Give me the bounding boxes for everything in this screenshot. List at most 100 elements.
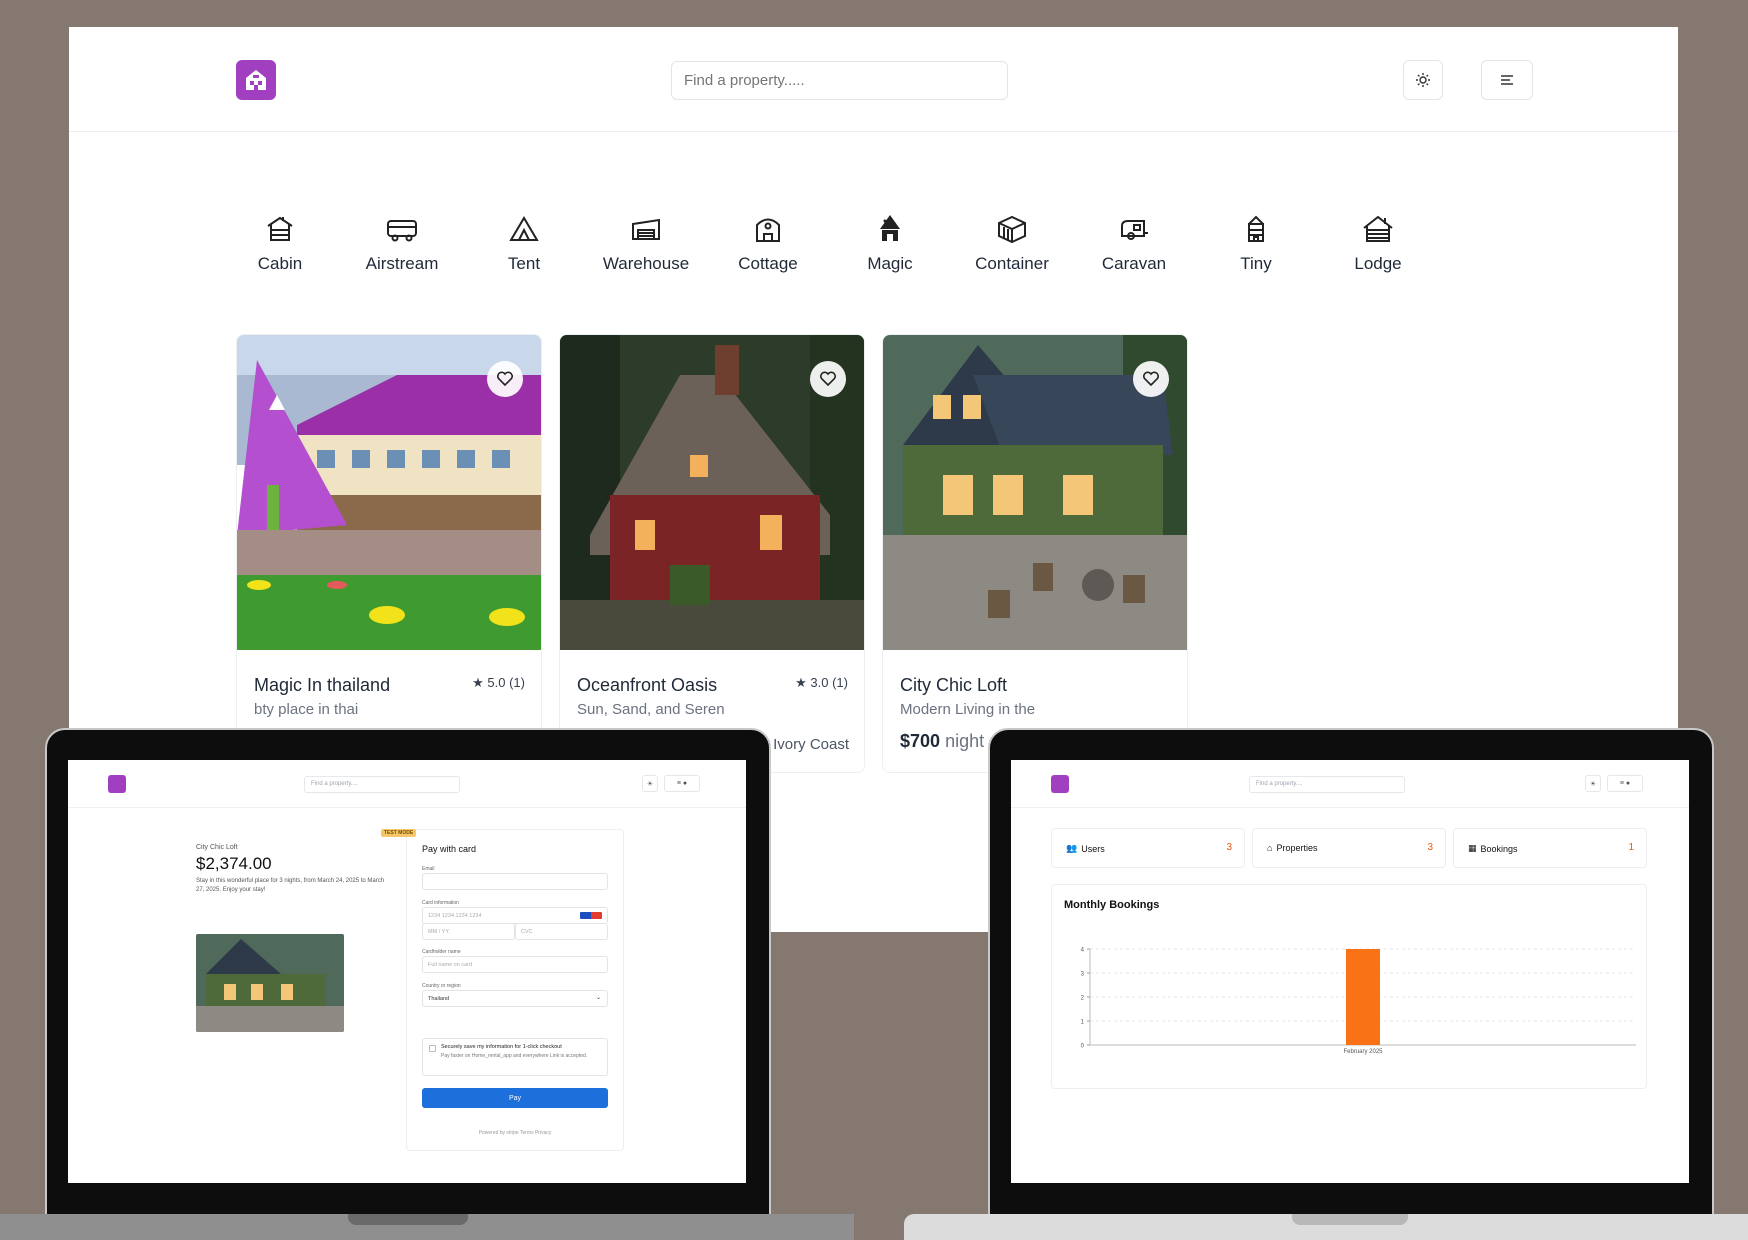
star-icon: ★ [472,675,488,690]
navbar [69,27,1678,132]
dashboard-screen: Find a property.... ☀ ≡ ● 👥 Users 3 ⌂ Prop… [1011,760,1689,1183]
email-field[interactable] [422,873,608,890]
property-subtitle: Sun, Sand, and Seren [577,701,725,718]
stripe-footer: Powered by stripe Terms Privacy [478,1130,552,1136]
category-magic[interactable]: Magic [840,212,940,274]
theme-toggle-button[interactable]: ☀ [1585,775,1601,792]
price-amount: $700 [900,731,941,751]
stat-label-text: Bookings [1480,843,1518,854]
heart-icon [497,371,513,387]
property-name: City Chic Loft [900,675,1008,695]
cabin-icon [267,216,293,241]
theme-toggle-button[interactable]: ☀ [642,775,658,792]
cvc-field[interactable]: CVC [515,923,608,940]
save-info-description: Pay faster on Home_rental_app and everyw… [441,1053,588,1059]
menu-button[interactable] [1481,60,1533,100]
save-info-option[interactable]: Securely save my information for 1-click… [422,1038,608,1076]
stat-card-users[interactable]: 👥 Users 3 [1051,828,1245,868]
menu-icon: ≡ ● [676,780,688,787]
summary-property-name: City Chic Loft [196,844,238,851]
stat-value: 1 [1628,842,1634,853]
favorite-button[interactable] [487,361,523,397]
category-label: Caravan [1101,254,1167,273]
property-rating: ★ 3.0 (1) [795,675,848,691]
stat-label-text: Properties [1276,843,1318,853]
cardholder-label: Cardholder name [422,949,461,955]
sun-icon [1416,73,1430,87]
property-subtitle: Modern Living in the [900,701,1036,718]
home-icon: ⌂ [1267,843,1273,853]
sun-icon: ☀ [646,780,654,788]
category-warehouse[interactable]: Warehouse [596,212,696,274]
stat-label: 👥 Users [1066,843,1105,854]
search-input[interactable]: Find a property.... [304,776,460,793]
save-info-checkbox[interactable] [429,1045,436,1052]
menu-button[interactable]: ≡ ● [1607,775,1643,792]
menu-icon: ≡ ● [1619,780,1631,787]
stat-card-properties[interactable]: ⌂ Properties 3 [1252,828,1446,868]
logo[interactable] [1051,775,1069,793]
favorite-button[interactable] [810,361,846,397]
property-card[interactable]: Magic In thailand ★ 5.0 (1) bty place in… [236,334,542,773]
lodge-icon [1363,215,1393,242]
stat-value: 3 [1427,842,1433,853]
category-lodge[interactable]: Lodge [1328,212,1428,274]
magic-icon [880,215,900,241]
y-tick-label: 2 [1081,996,1085,1002]
users-icon: 👥 [1066,843,1078,853]
stat-label: ▦ Bookings [1468,843,1518,854]
pay-heading: Pay with card [422,844,477,854]
property-card[interactable]: Oceanfront Oasis ★ 3.0 (1) Sun, Sand, an… [559,334,865,773]
property-card[interactable]: City Chic Loft Modern Living in the $700… [882,334,1188,773]
order-summary: City Chic Loft $2,374.00 Stay in this wo… [196,844,386,894]
laptop-right-notch [1292,1214,1408,1225]
category-tiny[interactable]: Tiny [1206,212,1306,274]
category-container[interactable]: Container [962,212,1062,274]
property-subtitle: bty place in thai [254,701,359,718]
search-input[interactable]: Find a property.... [1249,776,1405,793]
bar [1346,949,1380,1045]
container-icon [998,215,1026,244]
test-mode-badge: TEST MODE [381,829,417,837]
category-cabin[interactable]: Cabin [230,212,330,274]
stat-value: 3 [1226,842,1232,853]
category-label: Magic [867,254,913,273]
rating-value: 3.0 (1) [810,675,848,690]
property-photo [196,934,344,1032]
heart-icon [820,371,836,387]
card-number-field[interactable]: 1234 1234 1234 1234 [422,907,608,924]
category-tent[interactable]: Tent [474,212,574,274]
pay-button[interactable]: Pay [422,1088,608,1108]
category-label: Lodge [1354,254,1402,273]
card-brands-icon [580,912,602,919]
category-cottage[interactable]: Cottage [718,212,818,274]
x-tick-label: February 2025 [1343,1049,1383,1055]
sun-icon: ☀ [1589,780,1597,788]
menu-icon [1501,75,1513,85]
summary-description: Stay in this wonderful place for 3 night… [196,878,385,893]
category-label: Tiny [1240,254,1272,273]
cardholder-placeholder: Full name on card [428,962,473,968]
theme-toggle-button[interactable] [1403,60,1443,100]
stripe-payment-panel: TEST MODE Pay with card Email Card infor… [381,829,624,1151]
category-caravan[interactable]: Caravan [1084,212,1184,274]
property-location: Ivory Coast [773,736,849,753]
logo[interactable] [236,60,276,100]
cardholder-field[interactable]: Full name on card [422,956,608,973]
logo[interactable] [108,775,126,793]
country-select[interactable]: Thailand ⌄ [422,990,608,1007]
chevron-down-icon: ⌄ [595,995,601,1001]
favorite-button[interactable] [1133,361,1169,397]
search-input[interactable] [671,61,1008,100]
expiry-field[interactable]: MM / YY [422,923,515,940]
y-tick-label: 4 [1081,948,1085,954]
country-label: Country or region [422,983,461,989]
property-price: $700 night [900,731,984,752]
laptop-right: Find a property.... ☀ ≡ ● 👥 Users 3 ⌂ Prop… [988,728,1714,1216]
category-airstream[interactable]: Airstream [352,212,452,274]
stat-card-bookings[interactable]: ▦ Bookings 1 [1453,828,1647,868]
monthly-bookings-card: Monthly Bookings 0 1 2 3 4 February 2025 [1051,884,1647,1089]
airstream-icon [387,220,417,242]
category-label: Cottage [738,254,798,273]
menu-button[interactable]: ≡ ● [664,775,700,792]
